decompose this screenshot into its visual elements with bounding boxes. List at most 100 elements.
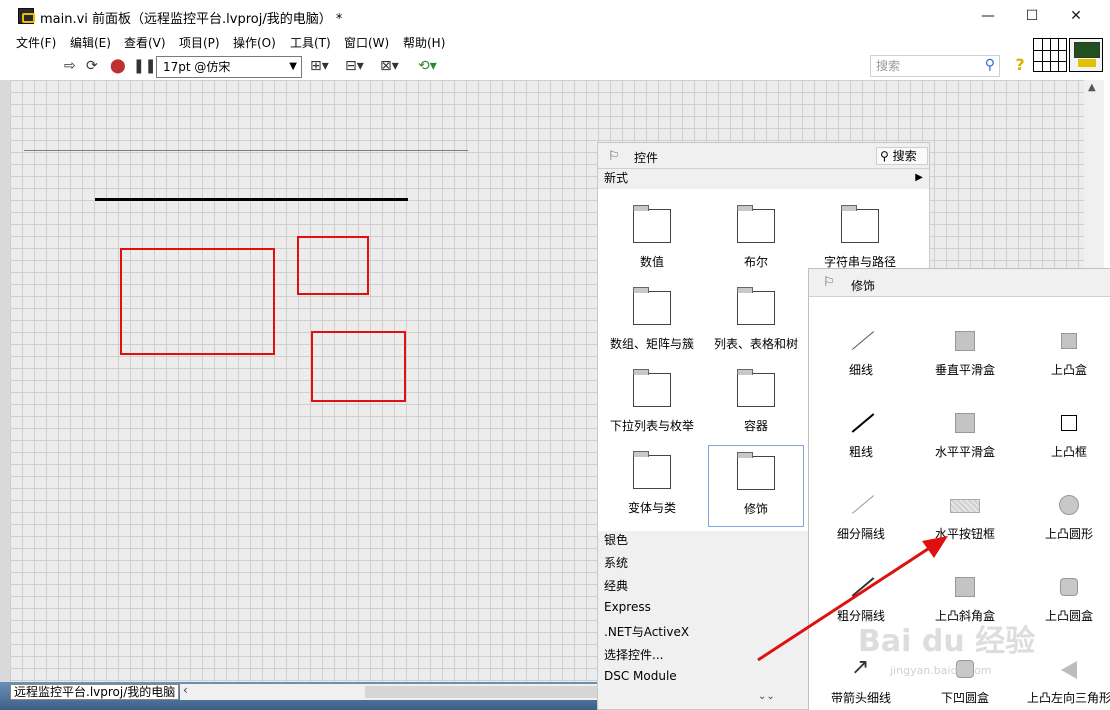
pin-icon[interactable]: ⚐: [608, 149, 620, 164]
decoration-label: 上凸框: [1050, 445, 1087, 459]
font-select[interactable]: 17pt @仿宋 ▼: [156, 56, 302, 78]
smooth-box-icon: [955, 331, 975, 351]
run-continuously-icon[interactable]: ⟳: [86, 58, 98, 74]
run-arrow-icon[interactable]: ⇨: [64, 58, 76, 74]
search-input[interactable]: 搜索 ⚲: [870, 55, 1000, 77]
palette-item-label: 修饰: [743, 502, 768, 516]
category-dotnet-activex[interactable]: .NET与ActiveX: [604, 623, 689, 640]
category-modern-label: 新式: [604, 171, 629, 185]
chevron-down-icon: ▼: [289, 61, 297, 72]
thin-line-icon: [847, 327, 875, 355]
pin-icon[interactable]: ⚐: [823, 275, 835, 290]
boolean-icon: [737, 205, 775, 243]
thick-separator-icon: [847, 573, 875, 601]
close-button[interactable]: ✕: [1066, 6, 1086, 26]
decoration-vertical-smooth-box[interactable]: 垂直平滑盒: [915, 313, 1015, 395]
palette-item-label: 数值: [639, 255, 664, 269]
category-select-control[interactable]: 选择控件...: [604, 646, 663, 663]
red-box-decoration[interactable]: [311, 331, 406, 402]
abort-icon[interactable]: ⬤: [110, 58, 126, 74]
decoration-label: 粗线: [848, 445, 873, 459]
palette-item-label: 列表、表格和树: [713, 337, 798, 351]
thin-line-decoration[interactable]: [24, 150, 468, 151]
search-icon[interactable]: ⚲: [985, 55, 995, 75]
raised-frame-icon: [1061, 415, 1077, 431]
menu-bar: 文件(F) 编辑(E) 查看(V) 项目(P) 操作(O) 工具(T) 窗口(W…: [0, 32, 1030, 52]
connector-pane-icon[interactable]: [1033, 38, 1067, 72]
menu-file[interactable]: 文件(F): [16, 34, 56, 51]
project-context-label: 远程监控平台.lvproj/我的电脑: [10, 684, 180, 700]
menu-project[interactable]: 项目(P): [179, 34, 220, 51]
bevel-box-icon: [955, 577, 975, 597]
menu-tools[interactable]: 工具(T): [290, 34, 331, 51]
smooth-box-icon: [955, 413, 975, 433]
red-box-decoration[interactable]: [120, 248, 275, 355]
thick-line-icon: [847, 409, 875, 437]
palette-item-list-table-tree[interactable]: 列表、表格和树: [708, 281, 804, 363]
category-silver[interactable]: 银色: [604, 531, 628, 548]
button-frame-icon: [950, 499, 980, 513]
minimize-button[interactable]: —: [978, 6, 998, 26]
palette-search-button[interactable]: ⚲ 搜索: [876, 147, 928, 165]
raised-circle-icon: [1059, 495, 1079, 515]
distribute-objects-icon[interactable]: ⊟▾: [345, 58, 364, 74]
decoration-label: 垂直平滑盒: [934, 363, 995, 377]
title-bar: main.vi 前面板（远程监控平台.lvproj/我的电脑） * — ☐ ✕: [0, 0, 1110, 32]
red-box-decoration[interactable]: [297, 236, 369, 295]
expand-more-icon[interactable]: ⌄⌄: [758, 691, 775, 702]
category-express[interactable]: Express: [604, 600, 651, 614]
decoration-label: 上凸盒: [1050, 363, 1087, 377]
decoration-horizontal-smooth-box[interactable]: 水平平滑盒: [915, 395, 1015, 477]
rounded-box-icon: [1060, 578, 1078, 596]
list-table-icon: [737, 287, 775, 325]
decoration-label: 下凹圆盒: [940, 691, 989, 705]
decoration-raised-frame[interactable]: 上凸框: [1019, 395, 1110, 477]
variant-class-icon: [633, 451, 671, 489]
decoration-thin-line[interactable]: 细线: [811, 313, 911, 395]
menu-help[interactable]: 帮助(H): [403, 34, 445, 51]
palette-item-containers[interactable]: 容器: [708, 363, 804, 445]
reorder-icon[interactable]: ⟲▾: [418, 58, 437, 74]
palette-item-label: 数组、矩阵与簇: [609, 337, 694, 351]
palette-item-ring-enum[interactable]: 下拉列表与枚举: [604, 363, 700, 445]
palette-item-variant-class[interactable]: 变体与类: [604, 445, 700, 527]
vi-icon[interactable]: [1069, 38, 1103, 72]
decoration-thin-separator[interactable]: 细分隔线: [811, 477, 911, 559]
resize-objects-icon[interactable]: ⊠▾: [380, 58, 399, 74]
horizontal-scroll-thumb[interactable]: [365, 686, 600, 698]
menu-view[interactable]: 查看(V): [124, 34, 166, 51]
align-objects-icon[interactable]: ⊞▾: [310, 58, 329, 74]
maximize-button[interactable]: ☐: [1022, 6, 1042, 26]
menu-window[interactable]: 窗口(W): [344, 34, 389, 51]
container-icon: [737, 369, 775, 407]
decoration-raised-box[interactable]: 上凸盒: [1019, 313, 1110, 395]
menu-edit[interactable]: 编辑(E): [70, 34, 111, 51]
palette-item-label: 容器: [743, 419, 768, 433]
decorations-palette-header: ⚐ 修饰: [809, 269, 1110, 297]
palette-item-label: 变体与类: [627, 501, 676, 515]
decoration-horizontal-button-frame[interactable]: 水平按钮框: [915, 477, 1015, 559]
thick-line-decoration[interactable]: [95, 198, 408, 201]
palette-item-label: 布尔: [743, 255, 768, 269]
decoration-label: 细分隔线: [836, 527, 885, 541]
palette-item-boolean[interactable]: 布尔: [708, 199, 804, 281]
decoration-label: 上凸左向三角形: [1026, 691, 1110, 705]
decoration-raised-circle[interactable]: 上凸圆形: [1019, 477, 1110, 559]
palette-search-label: 搜索: [892, 149, 917, 163]
pause-icon[interactable]: ❚❚: [133, 58, 156, 74]
palette-item-array-matrix-cluster[interactable]: 数组、矩阵与簇: [604, 281, 700, 363]
menu-operate[interactable]: 操作(O): [233, 34, 276, 51]
category-modern[interactable]: 新式 ▶: [598, 169, 929, 189]
palette-item-decorations[interactable]: 修饰: [708, 445, 804, 527]
decoration-thick-line[interactable]: 粗线: [811, 395, 911, 477]
decoration-label: 上凸圆形: [1044, 527, 1093, 541]
scroll-up-icon[interactable]: ▲: [1088, 82, 1096, 93]
palette-item-numeric[interactable]: 数值: [604, 199, 700, 281]
category-classic[interactable]: 经典: [604, 577, 628, 594]
font-select-value: 17pt @仿宋: [163, 60, 231, 74]
context-help-icon[interactable]: ?: [1011, 55, 1029, 75]
category-dsc-module[interactable]: DSC Module: [604, 669, 677, 683]
category-system[interactable]: 系统: [604, 554, 628, 571]
horizontal-scrollbar[interactable]: ‹: [180, 683, 600, 700]
scroll-left-icon[interactable]: ‹: [183, 683, 188, 697]
